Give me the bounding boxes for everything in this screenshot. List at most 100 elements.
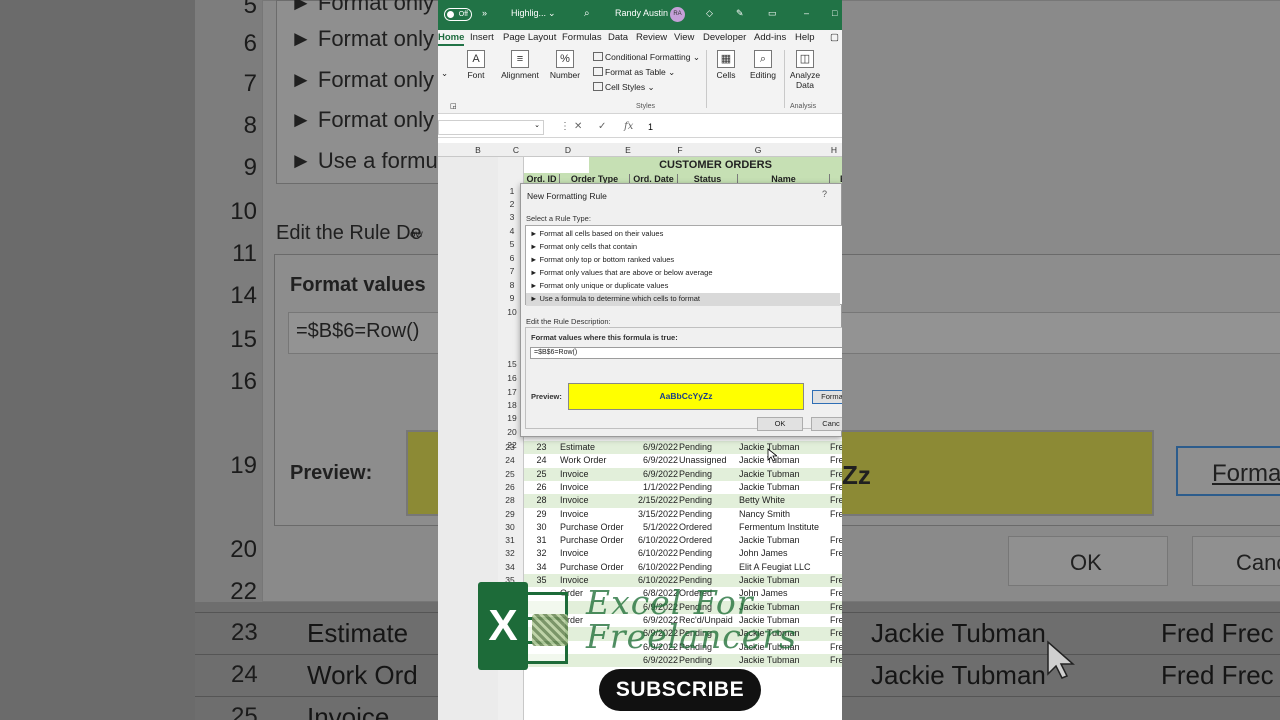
status-cell[interactable]: Ordered xyxy=(679,534,737,547)
order-id-cell[interactable]: 25 xyxy=(524,468,559,481)
tab-add-ins[interactable]: Add-ins xyxy=(754,32,786,43)
conditional-formatting-button[interactable]: Conditional Formatting ⌄ xyxy=(593,52,700,63)
row-number[interactable]: 34 xyxy=(498,561,522,574)
name-cell[interactable]: Jackie Tubman xyxy=(739,534,829,547)
order-id-cell[interactable]: 29 xyxy=(524,508,559,521)
order-id-cell[interactable]: 34 xyxy=(524,561,559,574)
order-date-cell[interactable]: 5/1/2022 xyxy=(630,521,678,534)
row-number[interactable]: 24 xyxy=(498,454,522,467)
row-number[interactable]: 28 xyxy=(498,494,522,507)
cell-styles-button[interactable]: Cell Styles ⌄ xyxy=(593,82,655,93)
font-button[interactable]: A Font xyxy=(465,50,487,80)
column-header[interactable]: F xyxy=(670,145,690,155)
column-header[interactable]: H xyxy=(824,145,842,155)
order-type-cell[interactable]: Invoice xyxy=(560,468,628,481)
row-number[interactable]: 30 xyxy=(498,521,522,534)
name-cell[interactable]: Jackie Tubman xyxy=(739,441,829,454)
status-cell[interactable]: Pending xyxy=(679,508,737,521)
rule-type-item[interactable]: ► Format only cells that contain xyxy=(526,241,840,254)
name-cell[interactable]: John James xyxy=(739,547,829,560)
column-header[interactable]: D xyxy=(548,145,588,155)
column-header[interactable]: G xyxy=(748,145,768,155)
employee-cell[interactable]: Fred Fred xyxy=(830,547,842,560)
rule-type-item[interactable]: ► Format only values that are above or b… xyxy=(526,267,840,280)
order-date-cell[interactable]: 6/9/2022 xyxy=(630,468,678,481)
tab-help[interactable]: Help xyxy=(795,32,815,43)
row-number[interactable]: 32 xyxy=(498,547,522,560)
comments-icon[interactable]: ▢ xyxy=(830,32,839,43)
minimize-icon[interactable]: – xyxy=(804,8,809,18)
table-row[interactable]: 29 29 Invoice 3/15/2022 Pending Nancy Smith Fr… xyxy=(505,507,842,521)
order-type-cell[interactable]: Invoice xyxy=(560,494,628,507)
chevron-right-icon[interactable]: » xyxy=(482,8,487,18)
column-header[interactable]: B xyxy=(468,145,488,155)
order-id-cell[interactable]: 26 xyxy=(524,481,559,494)
name-box[interactable]: ⌄ xyxy=(438,120,544,135)
table-row[interactable]: 31 31 Purchase Order 6/10/2022 Ordered Jackie… xyxy=(505,534,842,548)
tab-insert[interactable]: Insert xyxy=(470,32,494,43)
order-id-cell[interactable]: 32 xyxy=(524,547,559,560)
enter-icon[interactable]: ✓ xyxy=(598,121,606,132)
status-cell[interactable]: Pending xyxy=(679,468,737,481)
row-number[interactable]: 31 xyxy=(498,534,522,547)
ok-button[interactable]: OK xyxy=(757,417,803,431)
help-icon[interactable]: ? xyxy=(822,189,827,199)
analyze-data-button[interactable]: ◫ Analyze Data xyxy=(788,50,822,90)
employee-cell[interactable]: Fred Fred xyxy=(830,468,842,481)
order-date-cell[interactable]: 1/1/2022 xyxy=(630,481,678,494)
order-type-cell[interactable]: Invoice xyxy=(560,481,628,494)
rule-type-item[interactable]: ► Format all cells based on their values xyxy=(526,228,840,241)
order-id-cell[interactable]: 24 xyxy=(524,454,559,467)
status-cell[interactable]: Pending xyxy=(679,561,737,574)
order-type-cell[interactable]: Work Order xyxy=(560,454,628,467)
table-row[interactable]: 24 24 Work Order 6/9/2022 Unassigned Jackie T… xyxy=(505,454,842,468)
tab-view[interactable]: View xyxy=(674,32,694,43)
employee-cell[interactable]: Fred Fred xyxy=(830,481,842,494)
dialog-launcher-icon[interactable]: ◲ xyxy=(450,102,457,110)
table-row[interactable]: 30 30 Purchase Order 5/1/2022 Ordered Ferment… xyxy=(505,520,842,535)
ribbon-display-icon[interactable]: ▭ xyxy=(768,8,777,19)
gem-icon[interactable]: ◇ xyxy=(706,8,713,19)
more-icon[interactable]: ⋮ xyxy=(560,121,570,132)
avatar[interactable]: RA xyxy=(670,7,685,22)
order-type-cell[interactable]: Purchase Order xyxy=(560,534,628,547)
name-cell[interactable]: Fermentum Institute xyxy=(739,521,829,534)
row-number[interactable]: 25 xyxy=(498,468,522,481)
chevron-down-icon[interactable]: ⌄ xyxy=(441,68,448,79)
table-row[interactable]: 25 25 Invoice 6/9/2022 Pending Jackie Tubman F… xyxy=(505,467,842,481)
row-number[interactable]: 23 xyxy=(498,441,522,454)
table-row[interactable]: 26 26 Invoice 1/1/2022 Pending Jackie Tubman F… xyxy=(505,480,842,495)
order-type-cell[interactable]: Invoice xyxy=(560,547,628,560)
status-cell[interactable]: Pending xyxy=(679,494,737,507)
row-number[interactable]: 26 xyxy=(498,481,522,494)
maximize-icon[interactable]: □ xyxy=(832,8,837,18)
rule-type-item-selected[interactable]: ► Use a formula to determine which cells… xyxy=(526,293,840,306)
order-date-cell[interactable]: 6/10/2022 xyxy=(630,534,678,547)
autosave-toggle[interactable]: Off xyxy=(444,8,472,21)
column-header[interactable]: C xyxy=(506,145,526,155)
order-id-cell[interactable]: 28 xyxy=(524,494,559,507)
subscribe-button[interactable]: SUBSCRIBE xyxy=(599,669,761,711)
order-date-cell[interactable]: 6/10/2022 xyxy=(630,547,678,560)
employee-cell[interactable]: Fred Fred xyxy=(830,534,842,547)
employee-cell[interactable]: Fred Fred xyxy=(830,454,842,467)
name-cell[interactable]: Jackie Tubman xyxy=(739,468,829,481)
employee-cell[interactable]: Fred Fred xyxy=(830,508,842,521)
order-type-cell[interactable]: Purchase Order xyxy=(560,561,628,574)
tab-page-layout[interactable]: Page Layout xyxy=(503,32,556,43)
column-header[interactable]: E xyxy=(618,145,638,155)
cancel-icon[interactable]: ✕ xyxy=(574,121,582,132)
row-number[interactable]: 29 xyxy=(498,508,522,521)
order-id-cell[interactable]: 30 xyxy=(524,521,559,534)
name-cell[interactable]: Betty White xyxy=(739,494,829,507)
table-row[interactable]: 34 34 Purchase Order 6/10/2022 Pending Elit A… xyxy=(505,560,842,575)
rule-type-item[interactable]: ► Format only top or bottom ranked value… xyxy=(526,254,840,267)
format-button[interactable]: Forma xyxy=(812,390,842,404)
order-date-cell[interactable]: 6/9/2022 xyxy=(630,454,678,467)
order-id-cell[interactable]: 31 xyxy=(524,534,559,547)
number-button[interactable]: % Number xyxy=(548,50,582,80)
file-name[interactable]: Highlig... xyxy=(511,8,546,18)
alignment-button[interactable]: ≡ Alignment xyxy=(498,50,542,80)
order-id-cell[interactable]: 23 xyxy=(524,441,559,454)
name-cell[interactable]: Jackie Tubman xyxy=(739,481,829,494)
